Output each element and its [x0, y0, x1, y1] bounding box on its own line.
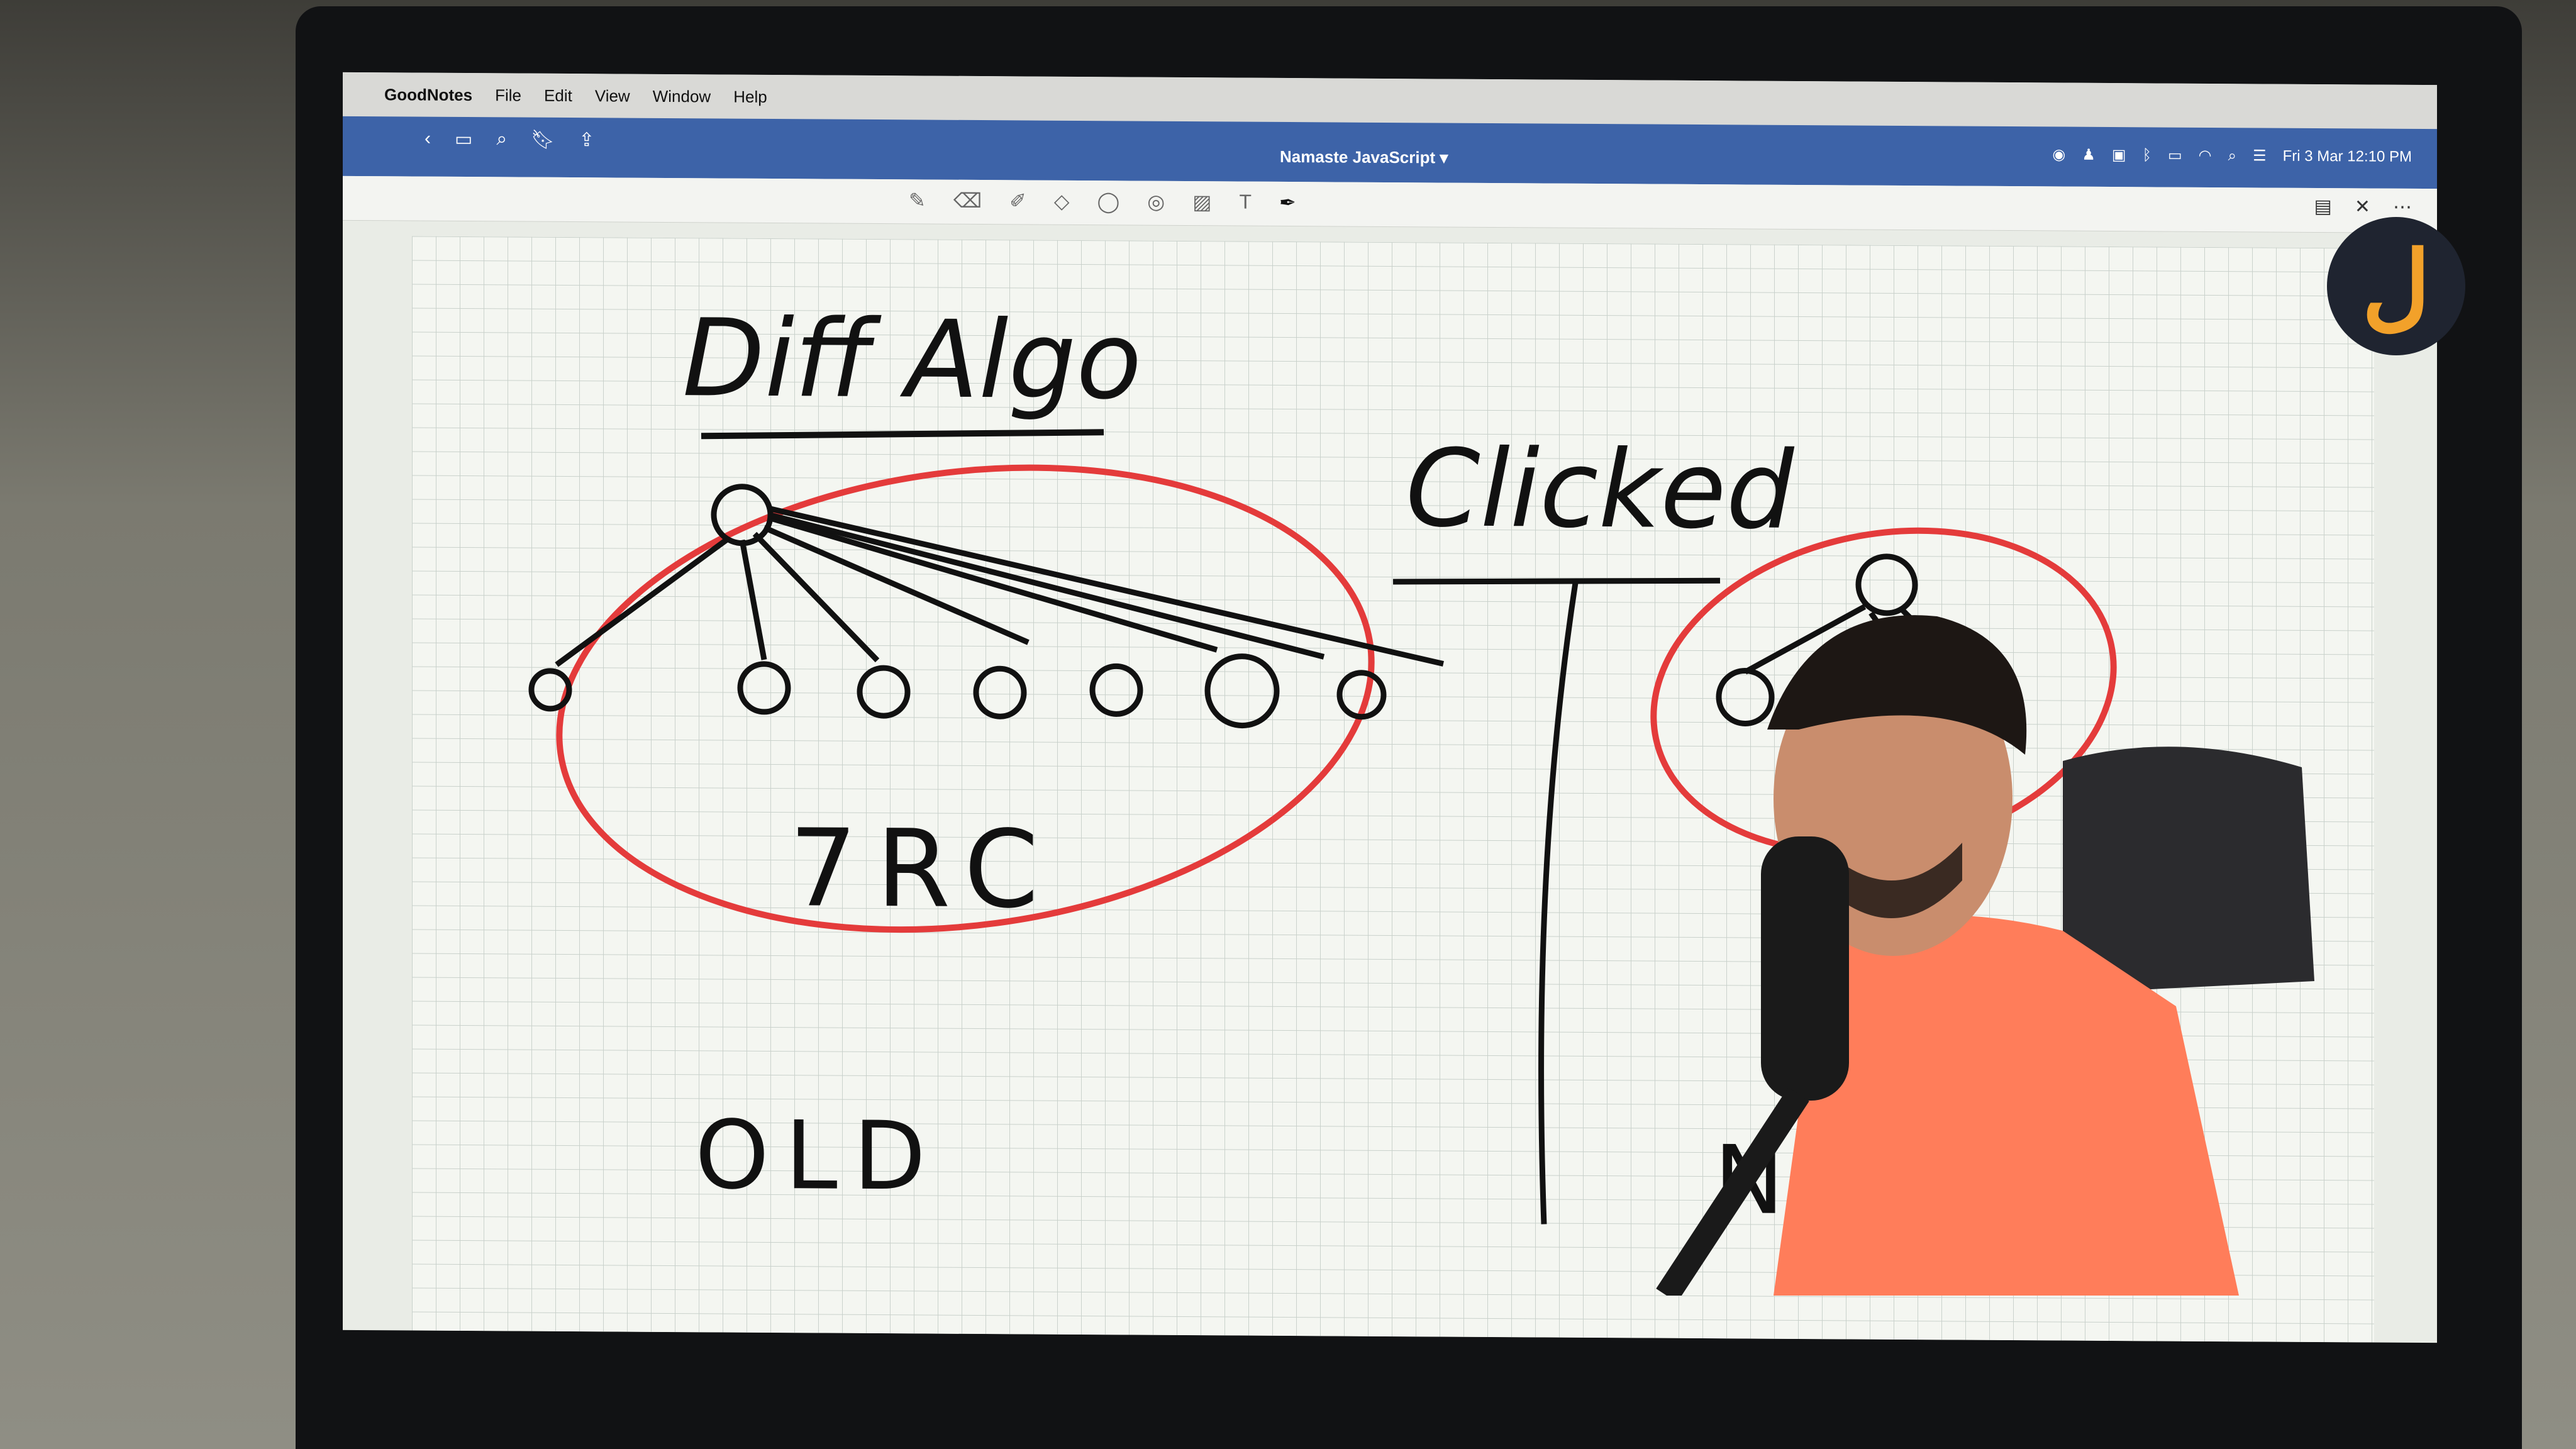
child-node: [528, 668, 572, 712]
bluetooth-icon[interactable]: ᛒ: [2143, 147, 2151, 164]
lasso-icon[interactable]: ◯: [1097, 189, 1119, 213]
old-label: OLD: [695, 1101, 941, 1211]
image-icon[interactable]: ▨: [1192, 190, 1211, 214]
old-tree-label: 7RC: [789, 806, 1058, 933]
child-node: [737, 661, 791, 715]
document-title-text: Namaste JavaScript: [1280, 147, 1436, 167]
close-icon[interactable]: ✕: [2355, 196, 2370, 218]
bookmark-icon[interactable]: 🔖︎: [531, 129, 555, 151]
text-icon[interactable]: T: [1239, 191, 1252, 214]
child-node: [1089, 663, 1143, 717]
child-node: [1204, 653, 1280, 729]
document-title[interactable]: Namaste JavaScript ▾: [1280, 147, 1448, 168]
page-icon[interactable]: ▤: [2314, 196, 2332, 218]
eraser-icon[interactable]: ⌫: [953, 189, 982, 213]
menu-help[interactable]: Help: [733, 87, 767, 106]
sidebar-toggle-icon[interactable]: ▭: [455, 128, 472, 150]
pen-icon[interactable]: ✎: [909, 188, 926, 212]
divider-vertical: [1538, 582, 1579, 1224]
wifi-icon[interactable]: ◠: [2199, 147, 2212, 165]
share-icon[interactable]: ⇪: [579, 129, 594, 151]
back-icon[interactable]: ‹: [425, 128, 431, 150]
old-tree: [528, 484, 1444, 729]
camera-icon[interactable]: ◎: [1147, 190, 1165, 214]
menu-edit[interactable]: Edit: [544, 86, 572, 105]
user-icon[interactable]: ♟: [2082, 146, 2096, 164]
record-icon[interactable]: ◉: [2052, 145, 2065, 164]
control-center-icon[interactable]: ☰: [2253, 147, 2267, 165]
screen-icon[interactable]: ▣: [2112, 146, 2126, 164]
child-node: [973, 665, 1027, 719]
menu-file[interactable]: File: [495, 86, 521, 105]
chevron-down-icon: ▾: [1440, 148, 1448, 167]
center-label: Clicked: [1406, 426, 1795, 553]
highlighter-icon[interactable]: ✐: [1009, 189, 1026, 213]
menu-app-name[interactable]: GoodNotes: [384, 85, 472, 105]
divider-top: [1392, 577, 1721, 585]
heading-underline: [701, 429, 1104, 440]
search-icon[interactable]: ⌕: [496, 128, 507, 150]
root-node: [711, 484, 774, 547]
channel-logo: ل: [2327, 217, 2465, 355]
more-icon[interactable]: ⋯: [2393, 196, 2412, 218]
spotlight-icon[interactable]: ⌕: [2228, 147, 2236, 165]
battery-icon[interactable]: ▭: [2168, 147, 2182, 165]
menu-window[interactable]: Window: [653, 86, 711, 106]
microphone: [1761, 836, 1849, 1101]
child-node: [857, 665, 911, 719]
menu-view[interactable]: View: [595, 86, 630, 106]
laser-icon[interactable]: ✒: [1279, 191, 1296, 214]
datetime: Fri 3 Mar 12:10 PM: [2282, 147, 2412, 165]
webcam-presenter: [1656, 615, 2314, 1296]
heading-text: Diff Algo: [682, 296, 1141, 423]
shapes-icon[interactable]: ◇: [1054, 189, 1070, 213]
